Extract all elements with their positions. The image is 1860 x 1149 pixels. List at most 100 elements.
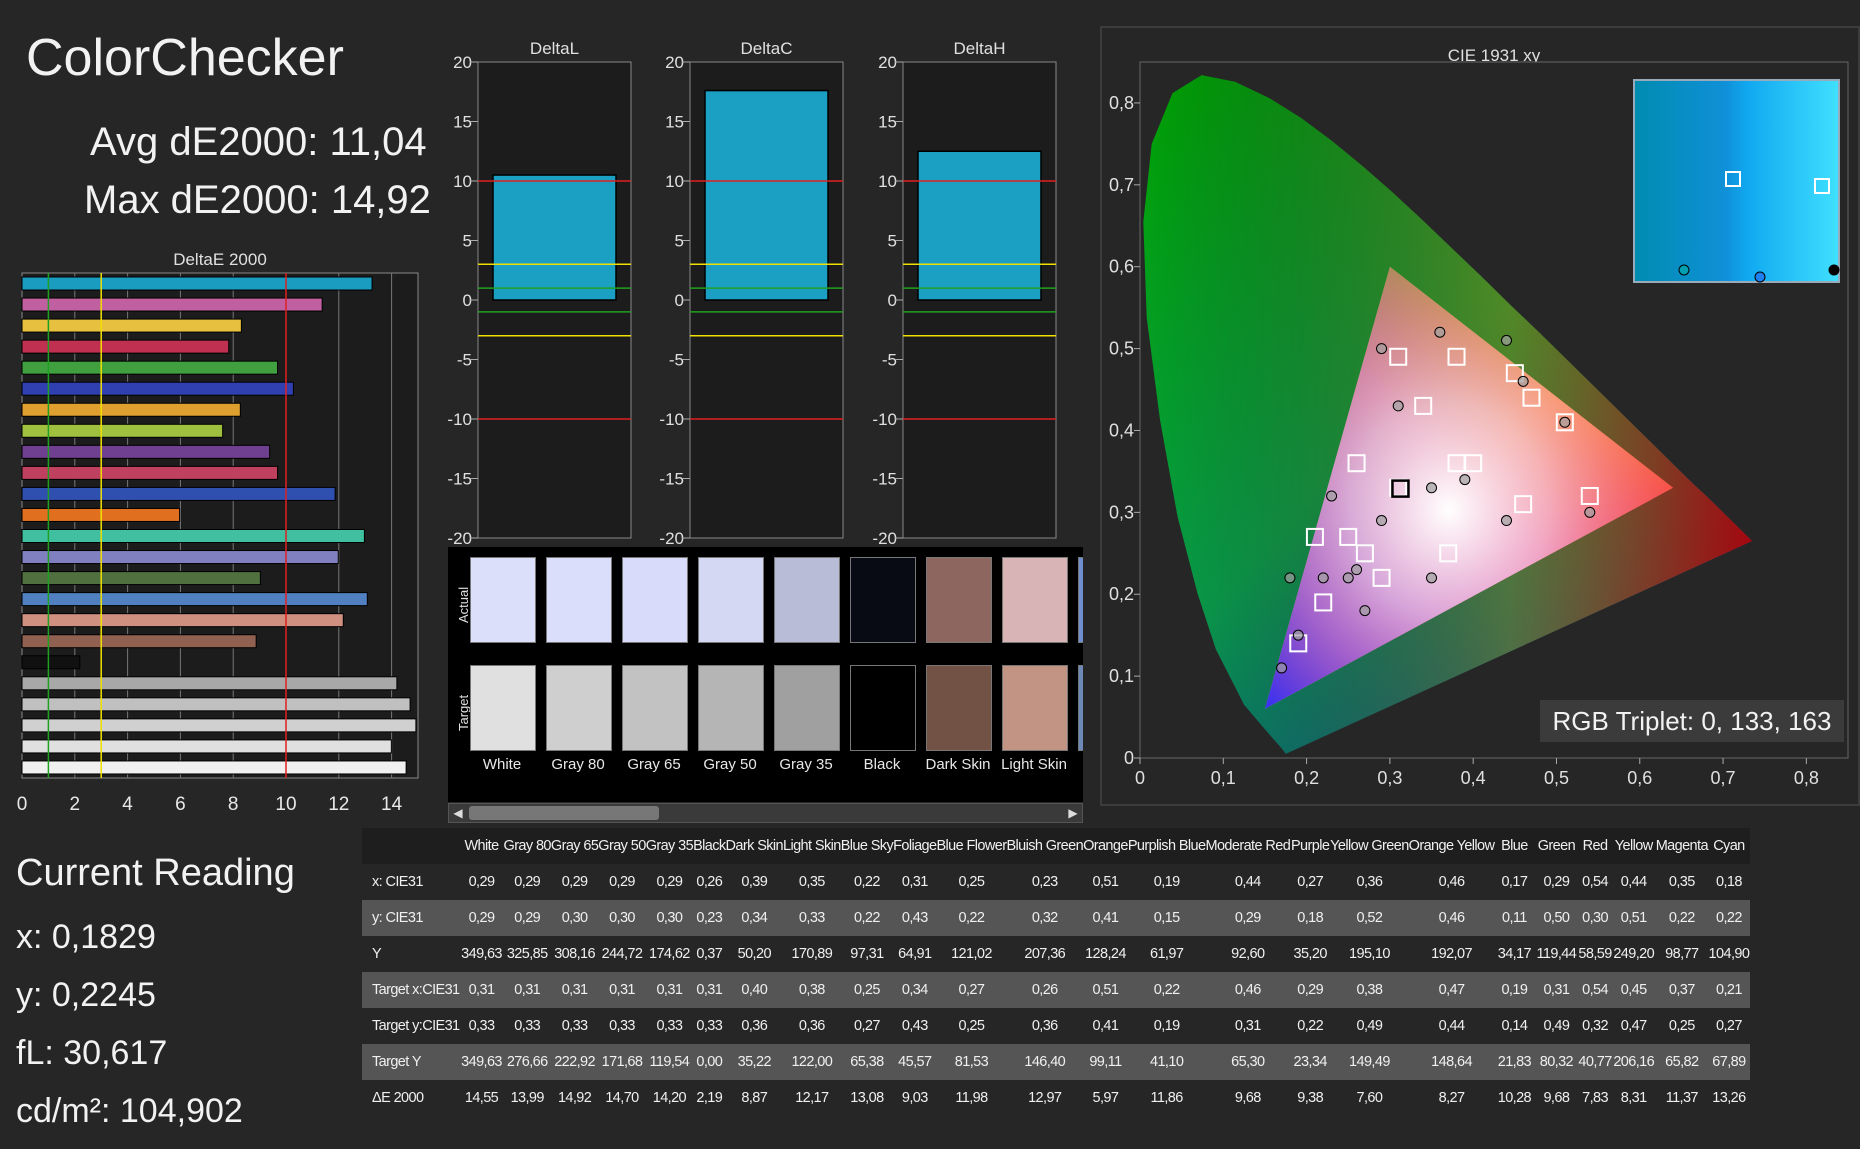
inset-measured-marker — [1828, 264, 1840, 276]
table-cell: 122,00 — [791, 1054, 833, 1070]
measured-marker — [1359, 605, 1371, 617]
table-cell: 0,19 — [1501, 982, 1528, 998]
table-row: Target Y 349,63 276,66 222,92 171,68 119,54 0,… — [362, 1044, 1750, 1080]
table-cell: 0,54 — [1582, 874, 1608, 890]
cie-x-tick-label: 0,7 — [1711, 768, 1736, 788]
measured-marker — [1584, 506, 1596, 518]
table-cell: 11,98 — [955, 1090, 988, 1106]
cie-y-tick-label: 0,2 — [1109, 584, 1134, 604]
table-cell: 0,31 — [561, 982, 588, 998]
table-cell: 0,37 — [696, 946, 723, 962]
table-cell: 0,33 — [656, 1018, 683, 1034]
table-cell: 14,70 — [605, 1090, 639, 1106]
table-cell: 0,44 — [1234, 874, 1261, 890]
table-row-header: Target Y — [372, 1054, 422, 1070]
table-cell: 13,08 — [850, 1090, 884, 1106]
table-cell: 0,33 — [609, 1018, 635, 1034]
table-cell: 0,51 — [1092, 982, 1119, 998]
current-reading-heading: Current Reading — [16, 852, 295, 894]
table-cell: 0,44 — [1438, 1018, 1465, 1034]
table-cell: 0,50 — [1543, 910, 1570, 926]
measured-marker — [1317, 572, 1329, 584]
table-cell: 0,45 — [1620, 982, 1647, 998]
table-cell: 99,11 — [1089, 1054, 1122, 1070]
table-column-header: Gray 50 — [598, 838, 646, 854]
table-cell: 222,92 — [554, 1054, 595, 1070]
table-cell: 13,99 — [510, 1090, 545, 1106]
table-cell: 0,43 — [901, 910, 928, 926]
measured-marker — [1500, 515, 1512, 527]
table-cell: 0,21 — [1716, 982, 1742, 998]
table-cell: 0,36 — [1031, 1018, 1058, 1034]
table-cell: 9,38 — [1297, 1090, 1324, 1106]
table-cell: 34,17 — [1497, 946, 1532, 962]
table-cell: 11,86 — [1150, 1090, 1184, 1106]
table-cell: 0,49 — [1543, 1018, 1570, 1034]
table-cell: 174,62 — [649, 946, 690, 962]
table-cell: 8,27 — [1438, 1090, 1465, 1106]
table-cell: 0,54 — [1582, 982, 1608, 998]
table-cell: 14,55 — [464, 1090, 499, 1106]
cie-y-tick-label: 0,3 — [1109, 502, 1134, 522]
table-row-header: y: CIE31 — [372, 910, 423, 926]
table-cell: 148,64 — [1431, 1054, 1472, 1070]
inset-measured-marker — [1678, 264, 1690, 276]
cie-x-tick-label: 0,2 — [1294, 768, 1319, 788]
measured-marker — [1517, 375, 1529, 387]
table-cell: 7,83 — [1582, 1090, 1608, 1106]
table-cell: 0,22 — [853, 910, 880, 926]
table-cell: 0,27 — [958, 982, 985, 998]
table-cell: 0,49 — [1356, 1018, 1383, 1034]
cie-y-tick-label: 0,6 — [1109, 257, 1134, 277]
table-cell: 0,26 — [696, 874, 723, 890]
table-cell: 0,14 — [1501, 1018, 1528, 1034]
measured-marker — [1434, 326, 1446, 338]
table-cell: 65,82 — [1665, 1054, 1699, 1070]
table-cell: 12,17 — [795, 1090, 829, 1106]
table-corner — [362, 828, 460, 864]
table-cell: 0,40 — [741, 982, 768, 998]
table-column-header: Red — [1582, 838, 1608, 854]
table-cell: 7,60 — [1356, 1090, 1383, 1106]
cie-x-tick-label: 0,1 — [1211, 768, 1236, 788]
table-cell: 50,20 — [737, 946, 772, 962]
table-cell: 0,00 — [696, 1054, 723, 1070]
table-cell: 0,31 — [1234, 1018, 1261, 1034]
table-cell: 0,31 — [1543, 982, 1570, 998]
table-cell: 8,87 — [741, 1090, 768, 1106]
table-column-header: Green — [1537, 838, 1576, 854]
table-cell: 0,22 — [1668, 910, 1695, 926]
table-cell: 349,63 — [461, 946, 502, 962]
table-row: Y 349,63 325,85 308,16 244,72 174,62 0,37 50,20… — [362, 936, 1750, 972]
table-column-header: Blue Sky — [840, 838, 894, 854]
measured-marker — [1426, 482, 1438, 494]
table-cell: 119,54 — [649, 1054, 690, 1070]
table-cell: 41,10 — [1150, 1054, 1184, 1070]
table-cell: 97,31 — [850, 946, 884, 962]
table-cell: 58,59 — [1578, 946, 1612, 962]
table-cell: 0,30 — [656, 910, 683, 926]
table-cell: 0,29 — [656, 874, 683, 890]
table-cell: 14,20 — [652, 1090, 687, 1106]
table-cell: 35,22 — [737, 1054, 772, 1070]
table-column-header: Black — [693, 838, 726, 854]
table-cell: 0,27 — [853, 1018, 880, 1034]
zoom-inset — [1633, 79, 1840, 283]
table-cell: 349,63 — [461, 1054, 502, 1070]
cie-chart: CIE 1931 xy00,10,20,30,40,50,60,70,80 0,1… — [1109, 46, 1849, 788]
table-cell: 65,38 — [850, 1054, 884, 1070]
table-column-header: Dark Skin — [725, 838, 784, 854]
table-cell: 0,25 — [958, 1018, 985, 1034]
measurement-table: White Gray 80 Gray 65 Gray 50 Gray 35 Black Da… — [362, 828, 1750, 1116]
table-cell: 0,31 — [901, 874, 928, 890]
table-cell: 0,36 — [741, 1018, 768, 1034]
table-cell: 0,26 — [1031, 982, 1058, 998]
cie-y-tick-label: 0,4 — [1109, 420, 1134, 440]
table-cell: 0,46 — [1234, 982, 1261, 998]
cie-x-tick-label: 0,3 — [1377, 768, 1402, 788]
table-cell: 170,89 — [791, 946, 833, 962]
table-cell: 0,51 — [1092, 874, 1119, 890]
table-cell: 0,29 — [468, 910, 495, 926]
table-row-header: Target x:CIE31 — [372, 982, 460, 998]
table-cell: 0,33 — [798, 910, 825, 926]
